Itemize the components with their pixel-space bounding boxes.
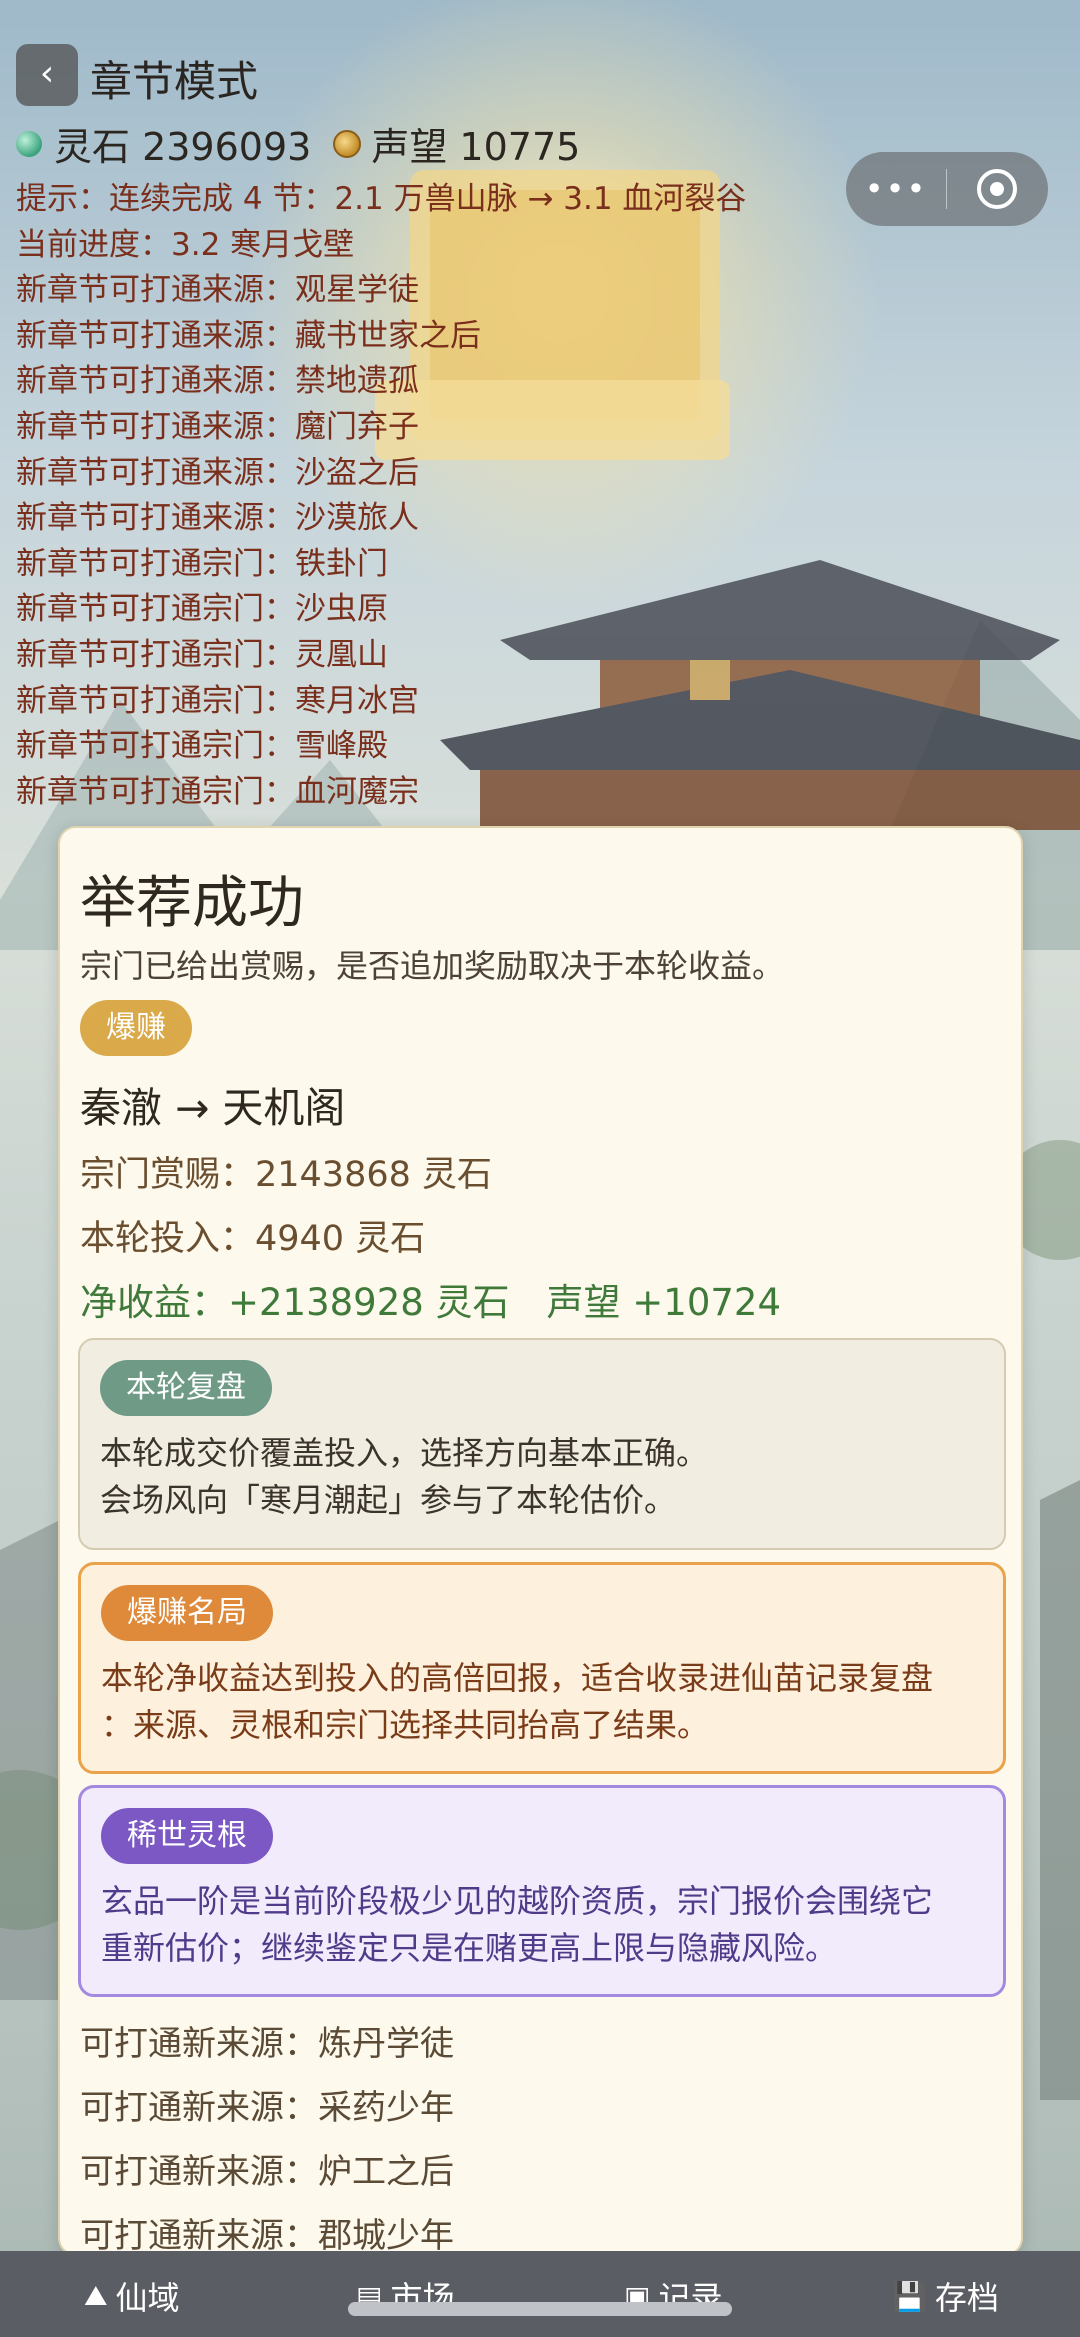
target-icon — [977, 169, 1017, 209]
rare-root-box: 稀世灵根 玄品一阶是当前阶段极少见的越阶资质，宗门报价会围绕它 重新估价；继续鉴… — [78, 1785, 1006, 1997]
big-win-text-line: ：来源、灵根和宗门选择共同抬高了结果。 — [101, 1706, 710, 1744]
info-line: 新章节可打通来源：藏书世家之后 — [16, 317, 481, 354]
more-menu-button[interactable]: ••• — [846, 170, 946, 208]
chapter-info-list: 提示：连续完成 4 节：2.1 万兽山脉 → 3.1 血河裂谷 当前进度：3.2… — [16, 177, 746, 815]
prestige-medal-icon — [333, 129, 362, 158]
floppy-disk-icon: 💾 — [892, 2279, 927, 2313]
spirit-stone-icon — [16, 130, 42, 157]
rare-root-label: 稀世灵根 — [101, 1808, 273, 1864]
prestige-amount: 声望 10775 — [371, 125, 581, 169]
tab-label: 仙域 — [115, 2279, 180, 2317]
result-title: 举荐成功 — [80, 871, 304, 936]
back-button[interactable]: ‹ — [16, 44, 78, 106]
new-source-item: 可打通新来源：采药少年 — [80, 2088, 454, 2128]
round-review-label: 本轮复盘 — [100, 1360, 272, 1416]
rare-root-text-line: 玄品一阶是当前阶段极少见的越阶资质，宗门报价会围绕它 — [101, 1882, 934, 1920]
info-line: 新章节可打通宗门：雪峰殿 — [16, 728, 388, 765]
mountain-icon: ⛰ — [84, 2279, 108, 2312]
rare-root-text-line: 重新估价；继续鉴定只是在赌更高上限与隐藏风险。 — [101, 1929, 838, 1967]
info-progress: 当前进度：3.2 寒月戈壁 — [16, 226, 355, 263]
info-line: 新章节可打通宗门：灵凰山 — [16, 636, 388, 673]
miniprogram-capsule: ••• — [846, 152, 1048, 226]
info-line: 新章节可打通宗门：铁卦门 — [16, 545, 388, 582]
info-line: 新章节可打通来源：禁地遗孤 — [16, 363, 419, 400]
bottom-tab-bar: ⛰ 仙域 ▤ 市场 ▣ 记录 💾 存档 — [0, 2251, 1080, 2337]
close-miniprogram-button[interactable] — [947, 169, 1047, 209]
result-subtitle: 宗门已给出赏赐，是否追加奖励取决于本轮收益。 — [80, 947, 785, 985]
new-source-item: 可打通新来源：炼丹学徒 — [80, 2024, 454, 2064]
info-line: 新章节可打通来源：观星学徒 — [16, 272, 419, 309]
sect-reward: 宗门赏赐：2143868 灵石 — [80, 1155, 493, 1195]
info-line: 新章节可打通来源：魔门弃子 — [16, 408, 419, 445]
resource-bar: 灵石 2396093 声望 10775 — [16, 116, 580, 171]
net-profit: 净收益：+2138928 灵石 声望 +10724 — [80, 1281, 782, 1324]
new-source-item: 可打通新来源：炉工之后 — [80, 2152, 454, 2192]
new-source-item: 可打通新来源：郡城少年 — [80, 2216, 454, 2256]
info-line: 新章节可打通宗门：血河魔宗 — [16, 773, 419, 810]
big-win-badge: 爆赚 — [80, 1000, 192, 1056]
spirit-stone-amount: 灵石 2396093 — [54, 125, 312, 169]
round-investment: 本轮投入：4940 灵石 — [80, 1219, 426, 1259]
tab-save[interactable]: 💾 存档 — [892, 2273, 999, 2319]
info-line: 新章节可打通宗门：沙虫原 — [16, 591, 388, 628]
result-card: 举荐成功 宗门已给出赏赐，是否追加奖励取决于本轮收益。 爆赚 秦澈 → 天机阁 … — [58, 826, 1023, 2256]
info-line: 新章节可打通来源：沙漠旅人 — [16, 500, 419, 537]
tab-label: 存档 — [934, 2279, 999, 2317]
round-review-box: 本轮复盘 本轮成交价覆盖投入，选择方向基本正确。 会场风向「寒月潮起」参与了本轮… — [78, 1338, 1006, 1550]
home-indicator[interactable] — [348, 2302, 732, 2316]
review-text-line: 会场风向「寒月潮起」参与了本轮估价。 — [100, 1481, 677, 1519]
tab-realm[interactable]: ⛰ 仙域 — [84, 2273, 180, 2319]
page-title: 章节模式 — [90, 57, 259, 106]
big-win-text-line: 本轮净收益达到投入的高倍回报，适合收录进仙苗记录复盘 — [101, 1659, 934, 1697]
info-line: 新章节可打通来源：沙盗之后 — [16, 454, 419, 491]
big-win-box: 爆赚名局 本轮净收益达到投入的高倍回报，适合收录进仙苗记录复盘 ：来源、灵根和宗… — [78, 1562, 1006, 1774]
big-win-label: 爆赚名局 — [101, 1585, 273, 1641]
info-line: 新章节可打通宗门：寒月冰宫 — [16, 682, 419, 719]
info-hint: 提示：连续完成 4 节：2.1 万兽山脉 → 3.1 血河裂谷 — [16, 181, 747, 217]
recommend-pair: 秦澈 → 天机阁 — [80, 1084, 346, 1132]
review-text-line: 本轮成交价覆盖投入，选择方向基本正确。 — [100, 1434, 709, 1472]
